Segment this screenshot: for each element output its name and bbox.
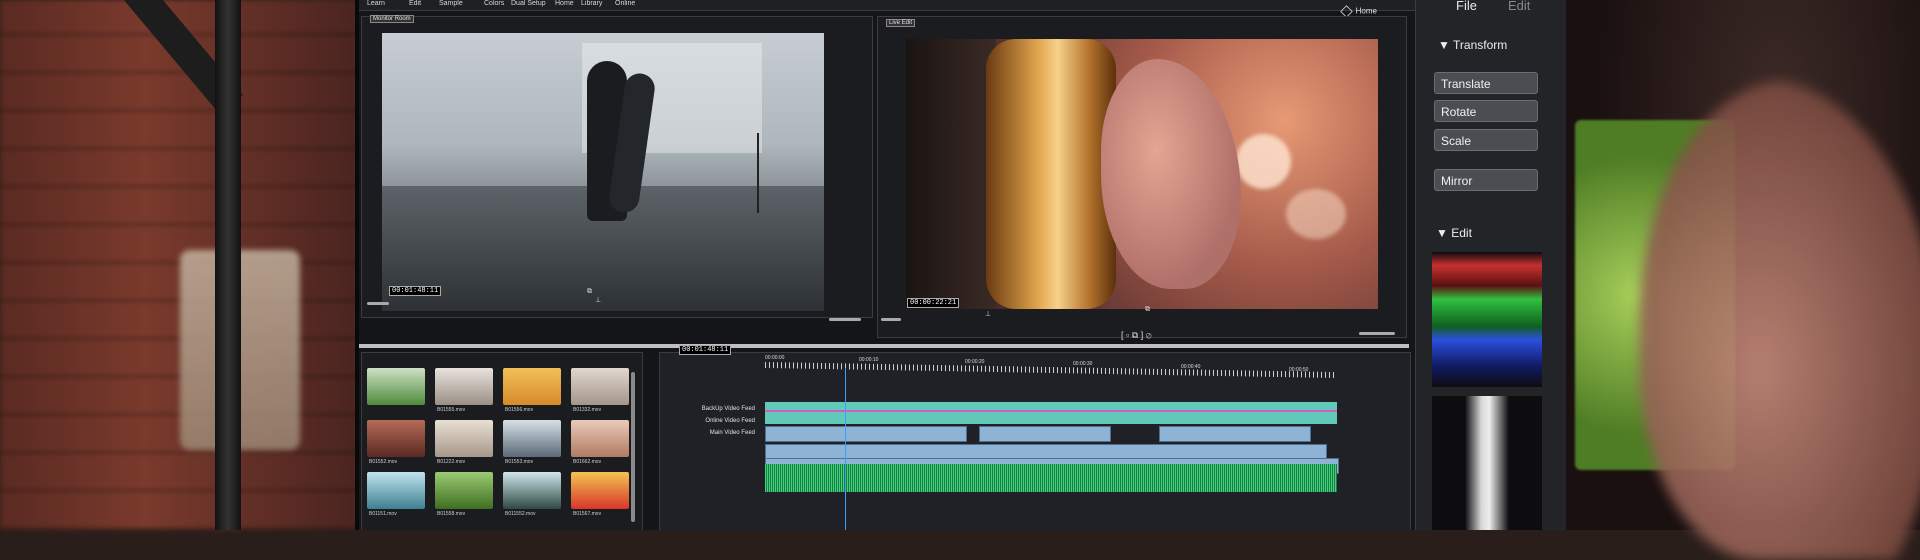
scale-button[interactable]: Scale — [1434, 129, 1538, 151]
chevron-down-icon: ▼ — [1436, 226, 1448, 240]
menu-item-learn[interactable]: Learn — [367, 0, 385, 7]
source-slider-right[interactable] — [829, 318, 861, 321]
transform-section-label: Transform — [1453, 38, 1508, 52]
track-backup-line — [765, 410, 1337, 412]
media-thumbnail[interactable] — [435, 368, 493, 405]
source-playhead-icon[interactable]: ⊥ — [595, 296, 601, 304]
editor-window: Learn Edit Sample Colors Dual Setup Home… — [355, 0, 1423, 530]
program-safe-zone-icon[interactable]: ⧉ — [1145, 306, 1150, 314]
media-filename: B01558.mov — [437, 511, 466, 517]
video-clip[interactable] — [1159, 426, 1311, 442]
media-filename: B01151.mov — [369, 511, 397, 517]
source-video-frame[interactable] — [382, 33, 824, 311]
media-filename: B01552.mov — [369, 459, 398, 465]
frame-saxophone — [986, 39, 1116, 309]
disable-icon[interactable]: ⊘ — [1146, 330, 1152, 340]
media-thumbnail[interactable] — [571, 368, 629, 405]
translate-button[interactable]: Translate — [1434, 72, 1538, 94]
media-filename: B01555.mov — [437, 407, 466, 413]
bracket-in-icon[interactable]: [ — [1121, 330, 1124, 340]
rgb-parade-scope — [1432, 252, 1542, 387]
program-timecode: 00:00:22:21 — [907, 298, 960, 308]
media-thumbnail[interactable] — [503, 368, 561, 405]
frame-bokeh — [1236, 134, 1291, 189]
program-monitor-panel: Live Edit — [877, 16, 1407, 338]
transform-section-title[interactable]: ▼ Transform — [1438, 38, 1507, 52]
media-thumbnail[interactable] — [571, 472, 629, 509]
chevron-down-icon: ▼ — [1438, 38, 1450, 52]
source-monitor-panel: Monitor Room — [361, 15, 873, 318]
source-slider-left[interactable] — [367, 302, 389, 305]
ruler-label: 00:00:10 — [859, 357, 879, 363]
source-timecode: 00:01:48:11 — [389, 286, 442, 296]
menu-item-colors[interactable]: Colors — [484, 0, 504, 7]
media-filename: B01662.mov — [573, 459, 602, 465]
media-filename: B01556.mov — [505, 407, 534, 413]
properties-panel: File Edit ▼ Transform Translate Rotate S… — [1415, 0, 1566, 530]
media-filename: B01567.mov — [573, 511, 602, 517]
source-monitor-label: Monitor Room — [370, 15, 414, 23]
source-safe-zone-icon[interactable]: ⧉ — [587, 288, 592, 296]
menu-item-edit[interactable]: Edit — [409, 0, 421, 7]
program-monitor-label: Live Edit — [886, 19, 916, 27]
media-thumbnail[interactable] — [435, 472, 493, 509]
media-filename: B01222.mov — [437, 459, 466, 465]
edit-section-title[interactable]: ▼ Edit — [1436, 226, 1472, 240]
track-backup-clip[interactable] — [765, 402, 1337, 424]
program-slider-left[interactable] — [881, 318, 901, 321]
timeline-timecode: 00:01:48:11 — [679, 345, 732, 355]
menu-bar: Learn Edit Sample Colors Dual Setup Home… — [359, 0, 1419, 11]
track-labels: BackUp Video Feed Online Video Feed Main… — [659, 398, 755, 458]
waveform-scope — [1432, 396, 1542, 530]
mirror-button[interactable]: Mirror — [1434, 169, 1538, 191]
lamp-stand — [215, 0, 241, 530]
frame-bokeh — [1286, 189, 1346, 239]
stop-icon[interactable]: ▫ — [1126, 330, 1129, 340]
edit-section-label: Edit — [1451, 226, 1472, 240]
media-thumbnail[interactable] — [367, 420, 425, 457]
media-filename: B011552.mov — [505, 511, 536, 517]
program-slider-right[interactable] — [1359, 332, 1395, 335]
timeline-playhead[interactable] — [845, 368, 846, 530]
media-thumbnail[interactable] — [571, 420, 629, 457]
playback-controls: [ ▫ ⧉ ] ⊘ — [1121, 330, 1152, 341]
media-bin-scrollbar[interactable] — [631, 372, 635, 522]
track-label-main: Main Video Feed — [709, 430, 755, 436]
rotate-button[interactable]: Rotate — [1434, 100, 1538, 122]
ruler-label: 00:00:20 — [965, 359, 985, 365]
menu-edit[interactable]: Edit — [1508, 0, 1530, 13]
foreground-blurred-hand — [1640, 80, 1920, 560]
track-label-backup: BackUp Video Feed — [701, 406, 755, 412]
media-thumbnail[interactable] — [367, 368, 425, 405]
panel-divider — [359, 344, 1409, 348]
ruler-label: 00:00:30 — [1073, 361, 1093, 367]
frame-coat — [906, 39, 996, 309]
media-grid: B01555.mov B01556.mov B01332.mov B01552.… — [367, 368, 637, 528]
audio-waveform[interactable] — [765, 464, 1337, 492]
menu-item-dual-setup[interactable]: Dual Setup — [511, 0, 546, 7]
frame-tripod — [757, 133, 759, 213]
home-label: Home — [1355, 6, 1377, 16]
media-thumbnail[interactable] — [435, 420, 493, 457]
frame-hand — [1101, 59, 1241, 289]
media-thumbnail[interactable] — [503, 420, 561, 457]
bracket-out-icon[interactable]: ] — [1141, 330, 1144, 340]
ruler-label: 00:00:00 — [765, 355, 785, 361]
media-thumbnail[interactable] — [367, 472, 425, 509]
menu-item-home[interactable]: Home — [555, 0, 574, 7]
menu-file[interactable]: File — [1456, 0, 1477, 13]
media-filename: B01553.mov — [505, 459, 534, 465]
overwrite-icon[interactable]: ⧉ — [1132, 330, 1138, 340]
menu-item-library[interactable]: Library — [581, 0, 602, 7]
video-clip[interactable] — [765, 426, 967, 442]
program-video-frame[interactable] — [906, 39, 1378, 309]
track-label-online: Online Video Feed — [705, 418, 755, 424]
media-filename: B01332.mov — [573, 407, 602, 413]
menu-item-sample[interactable]: Sample — [439, 0, 463, 7]
program-playhead-icon[interactable]: ⊥ — [985, 310, 991, 318]
media-thumbnail[interactable] — [503, 472, 561, 509]
menu-item-online[interactable]: Online — [615, 0, 635, 7]
video-clip[interactable] — [979, 426, 1111, 442]
